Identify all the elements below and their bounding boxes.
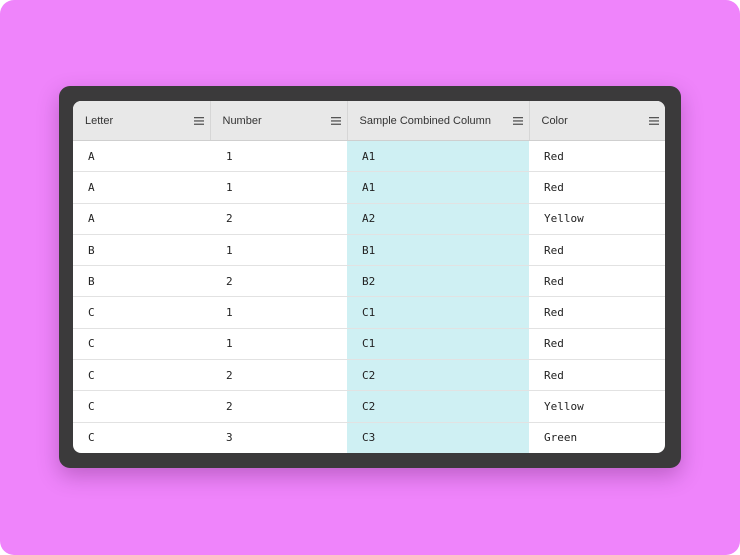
page-background: Letter Number Sample Combined Column Col… (0, 0, 740, 555)
cell-color[interactable]: Red (529, 296, 665, 329)
cell-combined[interactable]: C3 (347, 422, 529, 453)
table-row[interactable]: C 1 C1 Red (73, 296, 665, 329)
cell-color[interactable]: Red (529, 171, 665, 204)
cell-number[interactable]: 2 (210, 203, 347, 235)
cell-letter[interactable]: C (73, 328, 210, 361)
cell-color[interactable]: Red (529, 359, 665, 392)
cell-color[interactable]: Yellow (529, 203, 665, 235)
cell-combined[interactable]: B1 (347, 234, 529, 267)
cell-color[interactable]: Red (529, 265, 665, 298)
table-row[interactable]: C 1 C1 Red (73, 328, 665, 361)
menu-icon[interactable] (649, 116, 659, 125)
table-row[interactable]: C 2 C2 Yellow (73, 390, 665, 423)
cell-combined[interactable]: A1 (347, 171, 529, 204)
table-row[interactable]: A 1 A1 Red (73, 171, 665, 204)
table-row[interactable]: B 1 B1 Red (73, 234, 665, 267)
cell-color[interactable]: Red (529, 140, 665, 173)
cell-color[interactable]: Green (529, 422, 665, 453)
column-header-color[interactable]: Color (529, 101, 665, 141)
cell-number[interactable]: 2 (210, 390, 347, 423)
cell-combined[interactable]: B2 (347, 265, 529, 298)
column-header-label: Number (222, 114, 262, 127)
cell-number[interactable]: 2 (210, 265, 347, 298)
cell-number[interactable]: 3 (210, 422, 347, 453)
header-row: Letter Number Sample Combined Column Col… (73, 101, 665, 141)
cell-number[interactable]: 1 (210, 296, 347, 329)
cell-number[interactable]: 1 (210, 140, 347, 173)
cell-letter[interactable]: C (73, 390, 210, 423)
cell-combined[interactable]: C1 (347, 328, 529, 361)
cell-number[interactable]: 1 (210, 328, 347, 361)
cell-color[interactable]: Red (529, 234, 665, 267)
cell-letter[interactable]: A (73, 140, 210, 173)
data-grid: Letter Number Sample Combined Column Col… (73, 101, 665, 453)
cell-color[interactable]: Red (529, 328, 665, 361)
column-header-label: Color (541, 114, 568, 127)
cell-combined[interactable]: A1 (347, 140, 529, 173)
table-row[interactable]: A 1 A1 Red (73, 140, 665, 173)
column-header-label: Letter (85, 114, 114, 127)
cell-color[interactable]: Yellow (529, 390, 665, 423)
cell-combined[interactable]: C2 (347, 359, 529, 392)
column-header-label: Sample Combined Column (359, 114, 491, 127)
table-row[interactable]: A 2 A2 Yellow (73, 203, 665, 235)
cell-combined[interactable]: C1 (347, 296, 529, 329)
table-row[interactable]: B 2 B2 Red (73, 265, 665, 298)
column-header-sample-combined[interactable]: Sample Combined Column (347, 101, 530, 141)
data-table: Letter Number Sample Combined Column Col… (73, 101, 665, 453)
menu-icon[interactable] (193, 116, 204, 125)
cell-letter[interactable]: C (73, 296, 210, 329)
menu-icon[interactable] (512, 116, 523, 125)
menu-icon[interactable] (330, 116, 341, 125)
cell-combined[interactable]: C2 (347, 390, 529, 423)
cell-combined[interactable]: A2 (347, 203, 529, 235)
cell-letter[interactable]: A (73, 203, 210, 235)
cell-letter[interactable]: C (73, 422, 210, 453)
column-header-letter[interactable]: Letter (73, 101, 211, 141)
column-header-number[interactable]: Number (210, 101, 348, 141)
cell-letter[interactable]: B (73, 265, 210, 298)
table-row[interactable]: C 2 C2 Red (73, 359, 665, 392)
cell-letter[interactable]: A (73, 171, 210, 204)
cell-number[interactable]: 2 (210, 359, 347, 392)
cell-number[interactable]: 1 (210, 171, 347, 204)
cell-number[interactable]: 1 (210, 234, 347, 267)
table-row[interactable]: C 3 C3 Green (73, 422, 665, 453)
grid-frame: Letter Number Sample Combined Column Col… (59, 86, 681, 468)
cell-letter[interactable]: B (73, 234, 210, 267)
cell-letter[interactable]: C (73, 359, 210, 392)
